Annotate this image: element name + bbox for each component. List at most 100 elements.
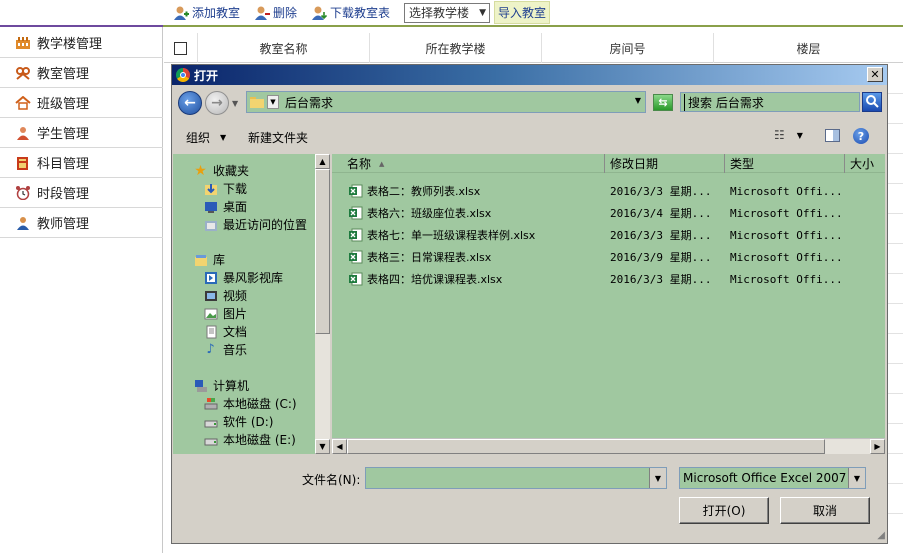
new-folder-label: 新建文件夹 [248, 131, 309, 145]
nav-libraries[interactable]: 库 [193, 251, 225, 268]
address-history-dropdown-icon[interactable]: ▼ [635, 96, 641, 105]
file-row[interactable]: 表格六：班级座位表.xlsx 2016/3/4 星期... Microsoft … [332, 202, 885, 224]
nav-library-item[interactable]: 文档 [203, 323, 247, 340]
nav-library-label: 音乐 [223, 343, 248, 357]
column-date[interactable]: 修改日期 [605, 154, 725, 173]
nav-favorites[interactable]: ★ 收藏夹 [193, 162, 249, 179]
close-button[interactable]: ✕ [867, 67, 883, 82]
file-type-filter-value: Microsoft Office Excel 2007 [683, 471, 847, 485]
file-row[interactable]: 表格四：培优课课程表.xlsx 2016/3/3 星期... Microsoft… [332, 268, 885, 290]
file-type-dropdown-icon[interactable]: ▼ [848, 468, 865, 488]
scroll-right-icon[interactable]: ▶ [870, 439, 885, 454]
file-row[interactable]: 表格七：单一班级课程表样例.xlsx 2016/3/3 星期... Micros… [332, 224, 885, 246]
column-name[interactable]: 名称 ▲ [342, 154, 605, 173]
scroll-thumb[interactable] [347, 439, 825, 454]
search-button[interactable] [862, 92, 882, 112]
grid-row-divider [888, 153, 903, 154]
dialog-title-bar[interactable]: 打开 ✕ [172, 65, 887, 85]
file-type: Microsoft Offi... [730, 250, 843, 264]
organize-menu[interactable]: 组织 ▼ [186, 129, 226, 146]
sidebar-item-building[interactable]: 教学楼管理 [0, 28, 163, 58]
forward-button[interactable]: → [205, 91, 229, 115]
help-button[interactable]: ? [853, 128, 869, 144]
file-date: 2016/3/3 星期... [610, 229, 712, 242]
file-row[interactable]: 表格三：日常课程表.xlsx 2016/3/9 星期... Microsoft … [332, 246, 885, 268]
open-button[interactable]: 打开(O) [679, 497, 769, 524]
nav-library-item[interactable]: 暴风影视库 [203, 269, 283, 286]
file-name: 表格四：培优课课程表.xlsx [367, 273, 503, 286]
preview-pane-button[interactable] [825, 129, 840, 142]
grid-column-header[interactable]: 教室名称 [198, 33, 370, 63]
sidebar-item-classroom[interactable]: 教室管理 [0, 58, 163, 88]
sidebar-item-student[interactable]: 学生管理 [0, 118, 163, 148]
filename-dropdown-icon[interactable]: ▼ [649, 468, 666, 488]
address-dropdown-icon[interactable]: ▼ [267, 95, 279, 109]
nav-libraries-label: 库 [213, 253, 226, 267]
excel-file-icon [349, 272, 363, 286]
student-icon [14, 125, 32, 141]
add-classroom-button[interactable]: 添加教室 [173, 4, 240, 21]
nav-downloads[interactable]: 下载 [203, 180, 247, 197]
nav-recent[interactable]: 最近访问的位置 [203, 216, 307, 233]
excel-file-icon [349, 184, 363, 198]
building-select[interactable]: 选择教学楼 ▼ [404, 2, 491, 23]
sidebar-item-class[interactable]: 班级管理 [0, 88, 163, 118]
download-user-icon [311, 5, 328, 21]
nav-desktop[interactable]: 桌面 [203, 198, 247, 215]
delete-user-icon [254, 5, 271, 21]
address-bar[interactable]: ▼ 后台需求 ▼ [246, 91, 646, 113]
scroll-left-icon[interactable]: ◀ [332, 439, 347, 454]
dialog-title: 打开 [194, 68, 219, 83]
organize-label: 组织 [186, 131, 211, 145]
resize-grip-icon[interactable]: ◢ [877, 530, 885, 541]
view-options-button[interactable]: ☷ ▼ [774, 128, 803, 142]
nav-computer[interactable]: 计算机 [193, 377, 249, 394]
grid-column-header[interactable]: 房间号 [542, 33, 714, 63]
new-folder-button[interactable]: 新建文件夹 [248, 129, 308, 146]
navigation-scrollbar[interactable]: ▲ ▼ [315, 154, 330, 454]
scroll-thumb[interactable] [315, 169, 330, 334]
document-icon [203, 325, 218, 339]
download-classroom-button[interactable]: 下载教室表 [311, 4, 390, 21]
select-all-checkbox[interactable] [174, 41, 187, 55]
drive-icon [203, 433, 218, 447]
back-button[interactable]: ← [178, 91, 202, 115]
nav-drive[interactable]: 软件 (D:) [203, 413, 273, 430]
nav-library-item[interactable]: ♪ 音乐 [203, 341, 247, 358]
download-folder-icon [203, 182, 218, 196]
navigation-pane: ★ 收藏夹 下载 桌面 最近访问的位置 库 暴风影视库 视频 图片 文档 ♪ 音乐 … [173, 154, 315, 454]
grid-row-divider [888, 333, 903, 334]
delete-button[interactable]: 删除 [254, 4, 297, 21]
scroll-down-icon[interactable]: ▼ [315, 439, 330, 454]
system-drive-icon [203, 397, 218, 411]
grid-column-header[interactable]: 楼层 [714, 33, 903, 63]
nav-drive[interactable]: 本地磁盘 (E:) [203, 431, 296, 448]
sidebar-item-teacher[interactable]: 教师管理 [0, 208, 163, 238]
column-name-label: 名称 [347, 157, 372, 171]
filename-input[interactable]: ▼ [365, 467, 667, 489]
nav-favorites-label: 收藏夹 [213, 164, 250, 178]
file-date: 2016/3/4 星期... [610, 207, 712, 220]
sidebar-item-subject[interactable]: 科目管理 [0, 148, 163, 178]
book-icon [14, 155, 32, 171]
scroll-up-icon[interactable]: ▲ [315, 154, 330, 169]
grid-row-divider [888, 183, 903, 184]
music-icon: ♪ [206, 342, 215, 357]
star-icon: ★ [194, 162, 207, 179]
grid-column-header[interactable]: 所在教学楼 [370, 33, 542, 63]
horizontal-scrollbar[interactable]: ◀ ▶ [332, 438, 885, 454]
sidebar-item-timeslot[interactable]: 时段管理 [0, 178, 163, 208]
history-dropdown-icon[interactable]: ▼ [232, 99, 238, 108]
file-row[interactable]: 表格二：教师列表.xlsx 2016/3/3 星期... Microsoft O… [332, 180, 885, 202]
refresh-button[interactable]: ⇆ [653, 94, 673, 111]
dropdown-arrow-icon: ▼ [479, 7, 487, 18]
column-size[interactable]: 大小 [845, 154, 885, 173]
nav-library-item[interactable]: 图片 [203, 305, 247, 322]
column-type[interactable]: 类型 [725, 154, 845, 173]
file-type-filter[interactable]: Microsoft Office Excel 2007 ▼ [679, 467, 866, 489]
import-classroom-button[interactable]: 导入教室 [494, 1, 551, 24]
search-input[interactable]: 搜索 后台需求 [680, 92, 860, 112]
nav-library-item[interactable]: 视频 [203, 287, 247, 304]
nav-drive[interactable]: 本地磁盘 (C:) [203, 395, 297, 412]
cancel-button[interactable]: 取消 [780, 497, 870, 524]
